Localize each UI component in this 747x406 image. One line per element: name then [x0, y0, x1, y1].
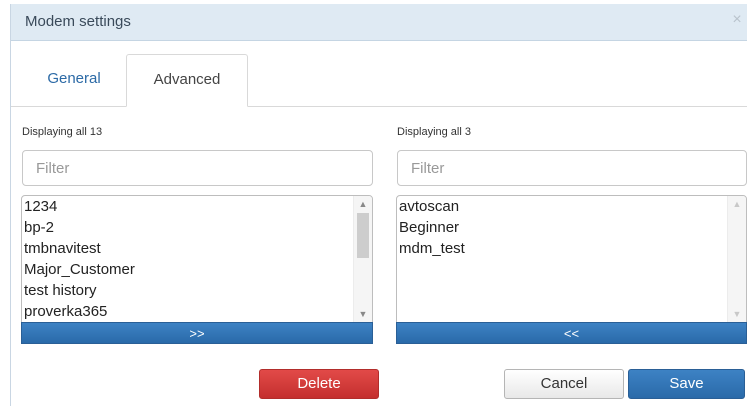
left-list-count: Displaying all 13 [22, 126, 103, 138]
chevron-up-icon[interactable]: ▲ [728, 196, 746, 212]
list-item[interactable]: avtoscan [397, 196, 728, 217]
list-item[interactable]: Major_Customer [22, 259, 354, 280]
right-list-items: avtoscan Beginner mdm_test [397, 196, 728, 259]
delete-button[interactable]: Delete [259, 369, 379, 399]
tab-bar: General Advanced [11, 40, 747, 107]
close-icon[interactable]: × [730, 12, 744, 28]
chevron-up-icon[interactable]: ▲ [354, 196, 372, 212]
list-item[interactable]: Beginner [397, 217, 728, 238]
modem-settings-dialog: Modem settings × General Advanced Displa… [10, 4, 747, 406]
chevron-down-icon[interactable]: ▼ [354, 306, 372, 322]
right-scrollbar[interactable]: ▲ ▼ [727, 196, 746, 322]
list-item[interactable]: proverka365 [22, 301, 354, 322]
left-filter-field[interactable] [22, 150, 373, 186]
move-right-button[interactable]: >> [21, 322, 373, 344]
left-scrollbar[interactable]: ▲ ▼ [353, 196, 372, 322]
dialog-titlebar: Modem settings × [11, 4, 747, 41]
left-list-items: 1234 bp-2 tmbnavitest Major_Customer tes… [22, 196, 354, 322]
list-item[interactable]: tmbnavitest [22, 238, 354, 259]
dialog-title: Modem settings [25, 13, 131, 30]
left-scroll-thumb[interactable] [357, 213, 369, 258]
move-left-button[interactable]: << [396, 322, 747, 344]
list-item[interactable]: mdm_test [397, 238, 728, 259]
chevron-down-icon[interactable]: ▼ [728, 306, 746, 322]
list-item[interactable]: 1234 [22, 196, 354, 217]
left-filter-input[interactable] [23, 151, 372, 185]
right-filter-field[interactable] [397, 150, 747, 186]
tab-advanced[interactable]: Advanced [126, 54, 248, 107]
tab-general[interactable]: General [24, 54, 124, 106]
left-listbox[interactable]: 1234 bp-2 tmbnavitest Major_Customer tes… [21, 195, 373, 323]
cancel-button[interactable]: Cancel [504, 369, 624, 399]
right-filter-input[interactable] [398, 151, 746, 185]
right-listbox[interactable]: avtoscan Beginner mdm_test ▲ ▼ [396, 195, 747, 323]
list-item[interactable]: bp-2 [22, 217, 354, 238]
save-button[interactable]: Save [628, 369, 745, 399]
list-item[interactable]: test history [22, 280, 354, 301]
right-list-count: Displaying all 3 [397, 126, 471, 138]
